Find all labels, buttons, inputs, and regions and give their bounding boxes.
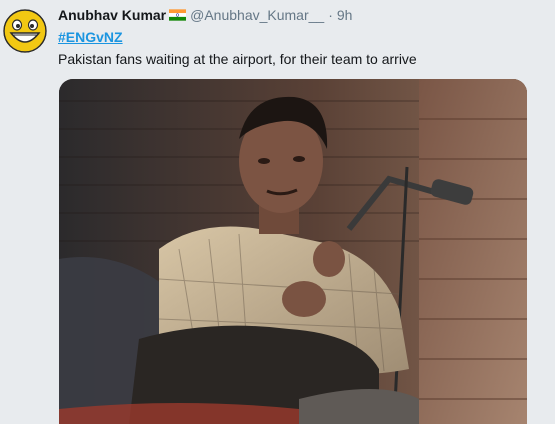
user-handle[interactable]: @Anubhav_Kumar__ (190, 6, 324, 24)
hashtag-link[interactable]: #ENGvNZ (58, 28, 123, 46)
avatar[interactable] (3, 9, 47, 53)
tweet-card: Anubhav Kumar @Anubhav_Kumar__ · 9h #ENG… (0, 0, 555, 424)
display-name[interactable]: Anubhav Kumar (58, 6, 166, 24)
grinning-face-icon (3, 9, 47, 53)
separator-dot: · (328, 7, 333, 23)
timestamp[interactable]: 9h (337, 6, 353, 24)
india-flag-icon (169, 9, 187, 21)
tweet-text: Pakistan fans waiting at the airport, fo… (58, 51, 417, 67)
tweet-header: Anubhav Kumar @Anubhav_Kumar__ · 9h (58, 6, 352, 24)
photo-man-crouching-by-brick-wall (59, 79, 527, 424)
tweet-photo[interactable] (59, 79, 527, 424)
